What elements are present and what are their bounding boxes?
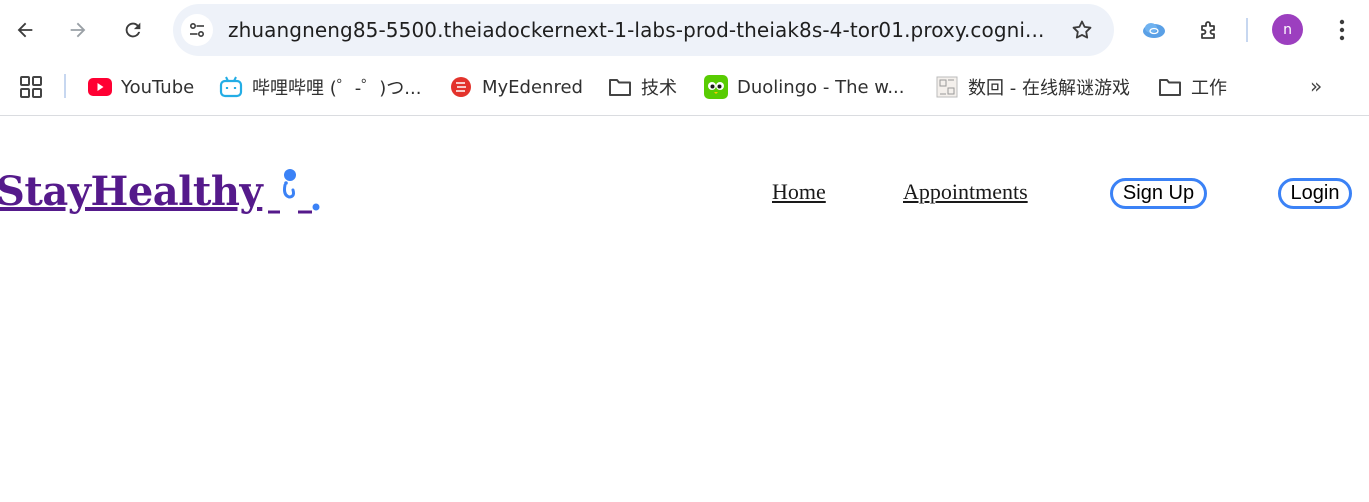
bookmark-folder-work[interactable]: 工作: [1158, 72, 1227, 102]
bilibili-icon: [219, 75, 243, 99]
forward-button[interactable]: [62, 14, 94, 46]
reload-icon: [125, 22, 141, 38]
star-icon[interactable]: [1070, 18, 1094, 42]
nav-home-link[interactable]: Home: [772, 179, 826, 205]
extension-cloud-button[interactable]: [1138, 14, 1170, 46]
bookmark-youtube[interactable]: YouTube: [88, 72, 194, 102]
bookmark-bilibili[interactable]: 哔哩哔哩 (゜-゜)つ...: [219, 72, 421, 102]
bookmark-label: Duolingo - The w...: [737, 76, 905, 98]
bookmark-label: MyEdenred: [482, 76, 583, 98]
bookmark-duolingo[interactable]: Duolingo - The w...: [704, 72, 905, 102]
doctor-logo-icon: [268, 169, 320, 214]
menu-icon: [1339, 19, 1345, 41]
browser-toolbar: zhuangneng85-5500.theiadockernext-1-labs…: [0, 0, 1369, 60]
apps-grid-icon[interactable]: [18, 74, 44, 100]
bookmark-label: YouTube: [121, 76, 195, 98]
profile-avatar[interactable]: n: [1272, 14, 1303, 45]
youtube-icon: [88, 75, 112, 99]
extension-cloud-icon: [1143, 23, 1165, 38]
sign-up-button[interactable]: Sign Up: [1110, 178, 1207, 209]
address-bar[interactable]: zhuangneng85-5500.theiadockernext-1-labs…: [173, 4, 1114, 56]
site-info-icon: [189, 22, 205, 38]
bookmark-shukai[interactable]: 数回 - 在线解谜游戏: [935, 72, 1130, 102]
duolingo-icon: [704, 75, 728, 99]
puzzle-icon: [1201, 21, 1215, 39]
site-info-button[interactable]: [181, 14, 213, 46]
bookmark-myedenred[interactable]: MyEdenred: [449, 72, 583, 102]
forward-icon: [70, 22, 86, 38]
login-button[interactable]: Login: [1278, 178, 1352, 209]
folder-icon: [608, 75, 632, 99]
browser-menu-button[interactable]: [1326, 14, 1358, 46]
bookmark-label: 技术: [641, 78, 677, 99]
bookmarks-overflow-button[interactable]: »: [1310, 74, 1334, 98]
url-text[interactable]: zhuangneng85-5500.theiadockernext-1-labs…: [228, 18, 1053, 42]
bookmarks-divider: [64, 74, 66, 98]
page-content: StayHealthy Home Appointments Sign Up Lo…: [0, 117, 1369, 502]
bookmark-folder-tech[interactable]: 技术: [608, 72, 677, 102]
extensions-button[interactable]: [1193, 14, 1225, 46]
reload-button[interactable]: [117, 14, 149, 46]
folder-icon: [1158, 75, 1182, 99]
toolbar-divider: [1246, 18, 1248, 42]
site-logo-text: StayHealthy: [0, 168, 263, 215]
bookmark-label: 数回 - 在线解谜游戏: [968, 78, 1130, 99]
nav-appointments-link[interactable]: Appointments: [903, 179, 1028, 205]
bookmarks-bar: YouTube 哔哩哔哩 (゜-゜)つ... MyEdenred 技术 Duol…: [0, 60, 1369, 116]
bookmark-label: 工作: [1191, 78, 1227, 99]
back-button[interactable]: [9, 14, 41, 46]
edenred-icon: [449, 75, 473, 99]
puzzle-grid-icon: [935, 75, 959, 99]
site-logo-link[interactable]: StayHealthy: [0, 167, 320, 215]
bookmark-label: 哔哩哔哩 (゜-゜)つ...: [252, 78, 422, 99]
back-icon: [17, 22, 33, 38]
